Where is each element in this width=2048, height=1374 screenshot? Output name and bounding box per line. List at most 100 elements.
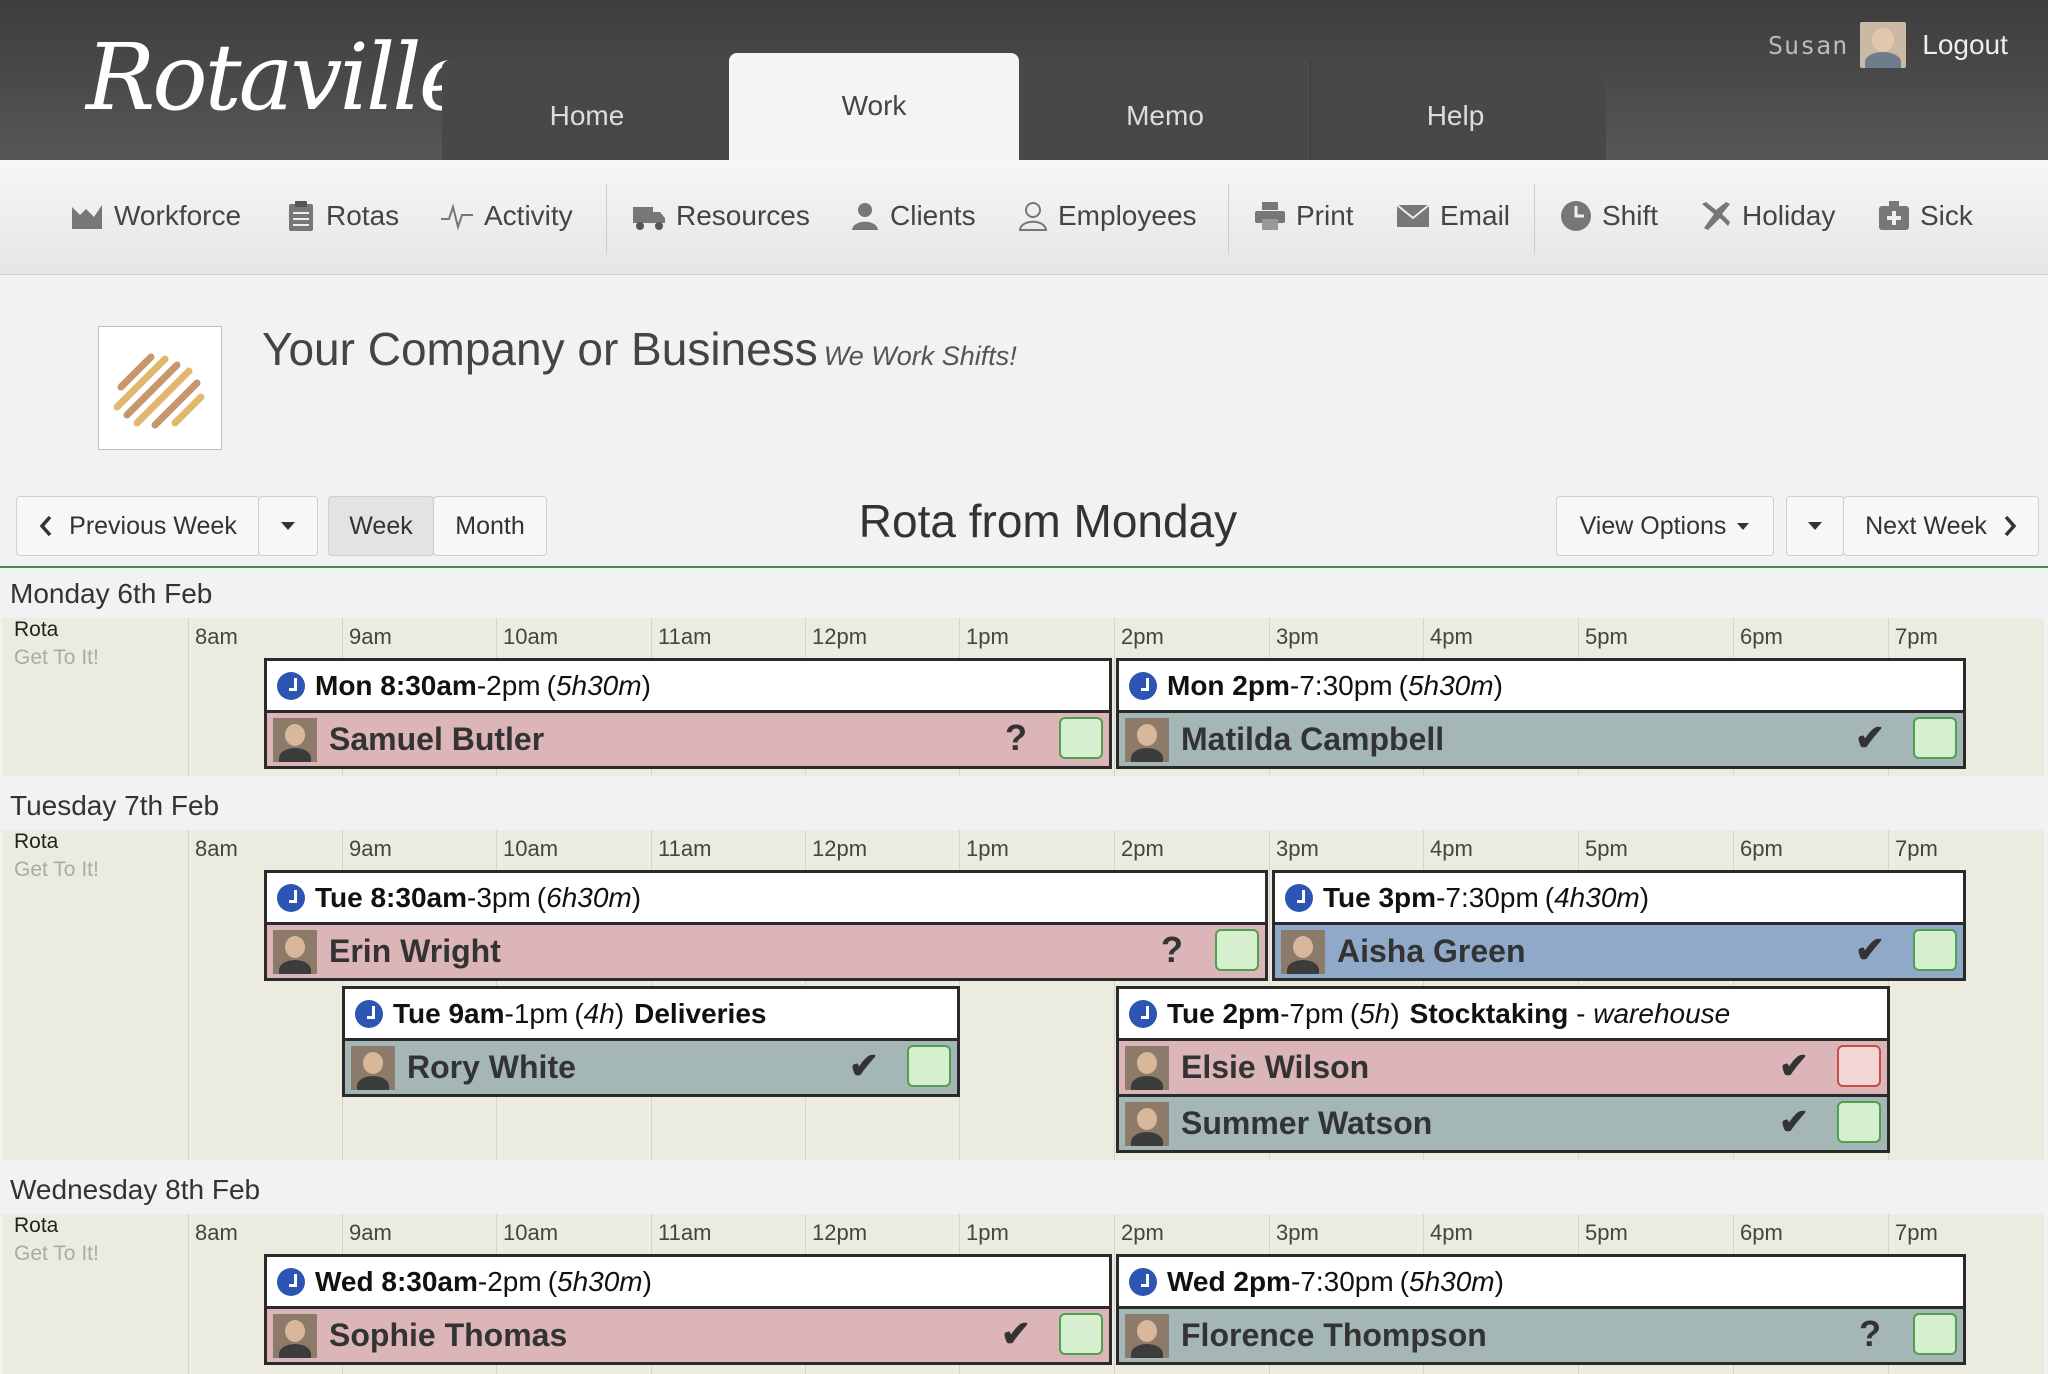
app-logo[interactable]: Rotaville: [86, 24, 473, 131]
sick-button[interactable]: Sick: [1878, 200, 1973, 232]
employee-name[interactable]: Samuel Butler: [329, 721, 544, 758]
resources-button[interactable]: Resources: [632, 200, 810, 232]
assigned-employee-row[interactable]: Matilda Campbell ✔: [1119, 713, 1963, 766]
user-avatar[interactable]: [1860, 22, 1907, 68]
logout-link[interactable]: Logout: [1922, 29, 2008, 61]
holiday-button[interactable]: Holiday: [1700, 200, 1835, 232]
workforce-button[interactable]: Workforce: [70, 200, 241, 232]
employee-name[interactable]: Rory White: [407, 1049, 576, 1086]
caret-down-icon: [281, 522, 295, 530]
assigned-employee-row[interactable]: Samuel Butler?: [267, 713, 1109, 766]
client-icon: [852, 203, 878, 230]
shift-button[interactable]: Shift: [1560, 200, 1658, 232]
view-options-button[interactable]: View Options: [1556, 496, 1774, 556]
row-title: Rota: [14, 618, 59, 641]
hour-label: 12pm: [812, 836, 868, 861]
assigned-employee-row[interactable]: Erin Wright?: [267, 925, 1265, 978]
shift-header[interactable]: Tue 8:30am -3pm (6h30m): [267, 873, 1265, 922]
previous-week-button[interactable]: Previous Week: [16, 496, 260, 556]
email-button[interactable]: Email: [1396, 200, 1510, 232]
confirm-checkbox[interactable]: [1215, 929, 1259, 971]
employee-name[interactable]: Matilda Campbell: [1181, 721, 1444, 758]
hour-label: 5pm: [1585, 836, 1628, 861]
confirm-checkbox[interactable]: [1913, 717, 1957, 759]
shift-task: Stocktaking: [1409, 997, 1569, 1029]
row-title: Rota: [14, 1214, 59, 1237]
next-week-dropdown[interactable]: [1786, 496, 1844, 556]
confirm-checkbox[interactable]: [907, 1045, 951, 1087]
employee-name[interactable]: Summer Watson: [1181, 1105, 1432, 1142]
shift-card[interactable]: Tue 8:30am -3pm (6h30m) Erin Wright?: [264, 870, 1268, 981]
duration-value: 6h30m: [546, 881, 632, 913]
shift-duration: (4h30m): [1544, 881, 1650, 913]
previous-week-dropdown[interactable]: [258, 496, 318, 556]
shift-card[interactable]: Wed 8:30am -2pm (5h30m) Sophie Thomas ✔: [264, 1254, 1112, 1365]
activity-button[interactable]: Activity: [440, 200, 573, 232]
duration-value: 5h30m: [555, 669, 642, 701]
hour-label: 11am: [658, 1220, 712, 1245]
confirm-checkbox[interactable]: [1059, 1313, 1103, 1355]
assigned-employee-row[interactable]: Rory White ✔: [345, 1041, 957, 1094]
shift-card[interactable]: Mon 8:30am -2pm (5h30m) Samuel Butler?: [264, 658, 1112, 769]
tab-home[interactable]: Home: [442, 60, 732, 160]
week-view-button[interactable]: Week: [328, 496, 434, 556]
clock-icon: [1129, 671, 1157, 700]
day-heading: Monday 6th Feb: [10, 578, 213, 609]
shift-header[interactable]: Tue 9am -1pm (4h) Deliveries: [345, 989, 957, 1038]
tab-memo[interactable]: Memo: [1020, 60, 1310, 160]
shift-card[interactable]: Mon 2pm -7:30pm (5h30m) Matilda Campbell ✔: [1116, 658, 1966, 769]
month-view-button[interactable]: Month: [433, 496, 547, 556]
confirm-checkbox[interactable]: [1913, 1313, 1957, 1355]
confirm-checkbox[interactable]: [1913, 929, 1957, 971]
tab-work[interactable]: Work: [729, 53, 1019, 160]
assigned-employee-row[interactable]: Elsie Wilson ✔: [1119, 1041, 1887, 1094]
tab-help[interactable]: Help: [1310, 60, 1600, 160]
hour-label: 4pm: [1430, 624, 1473, 649]
employee-name[interactable]: Erin Wright: [329, 933, 501, 970]
hour-label: 3pm: [1276, 624, 1319, 649]
shift-header[interactable]: Wed 2pm -7:30pm (5h30m): [1119, 1257, 1963, 1306]
shift-header[interactable]: Mon 2pm -7:30pm (5h30m): [1119, 661, 1963, 710]
row-label: Rota Get To It!: [14, 1214, 99, 1266]
hour-label: 10am: [503, 1220, 559, 1245]
shift-header[interactable]: Tue 2pm -7pm (5h) Stocktaking - warehouse: [1119, 989, 1887, 1038]
shift-card[interactable]: Tue 9am -1pm (4h) Deliveries Rory White ✔: [342, 986, 960, 1097]
hour-label: 8am: [195, 624, 238, 649]
shift-card[interactable]: Tue 2pm -7pm (5h) Stocktaking - warehouse El…: [1116, 986, 1890, 1153]
plane-icon: [1702, 202, 1730, 230]
employees-button[interactable]: Employees: [1018, 200, 1197, 232]
clients-button[interactable]: Clients: [850, 200, 976, 232]
truck-icon: [633, 207, 665, 230]
next-week-button[interactable]: Next Week: [1843, 496, 2039, 556]
assigned-employee-row[interactable]: Florence Thompson?: [1119, 1309, 1963, 1362]
shift-header[interactable]: Wed 8:30am -2pm (5h30m): [267, 1257, 1109, 1306]
clock-icon: [277, 671, 305, 700]
shift-header[interactable]: Tue 3pm -7:30pm (4h30m): [1275, 873, 1963, 922]
shift-header[interactable]: Mon 8:30am -2pm (5h30m): [267, 661, 1109, 710]
check-icon: ✔: [1854, 929, 1885, 970]
shift-start: Mon 2pm: [1167, 669, 1290, 701]
confirm-checkbox[interactable]: [1837, 1045, 1881, 1087]
shift-card[interactable]: Tue 3pm -7:30pm (4h30m) Aisha Green ✔: [1272, 870, 1966, 981]
shift-task: Deliveries: [634, 997, 767, 1029]
employee-name[interactable]: Sophie Thomas: [329, 1317, 567, 1354]
employee-avatar: [1125, 717, 1169, 762]
assigned-employee-row[interactable]: Sophie Thomas ✔: [267, 1309, 1109, 1362]
assigned-employee-row[interactable]: Aisha Green ✔: [1275, 925, 1963, 978]
hour-label: 6pm: [1740, 624, 1783, 649]
shift-card[interactable]: Wed 2pm -7:30pm (5h30m) Florence Thompson?: [1116, 1254, 1966, 1365]
confirm-checkbox[interactable]: [1059, 717, 1103, 759]
user-name[interactable]: Susan: [1768, 31, 1848, 60]
hour-label: 11am: [658, 836, 712, 861]
confirm-checkbox[interactable]: [1837, 1101, 1881, 1143]
rotas-button[interactable]: Rotas: [286, 200, 399, 232]
hour-label: 1pm: [966, 1220, 1009, 1245]
employee-name[interactable]: Florence Thompson: [1181, 1317, 1487, 1354]
hour-label: 7pm: [1895, 836, 1938, 861]
print-button[interactable]: Print: [1254, 200, 1354, 232]
employee-name[interactable]: Aisha Green: [1337, 933, 1526, 970]
shift-start: Wed 8:30am: [315, 1265, 478, 1297]
employee-name[interactable]: Elsie Wilson: [1181, 1049, 1369, 1086]
workforce-label: Workforce: [114, 200, 242, 231]
assigned-employee-row[interactable]: Summer Watson ✔: [1119, 1097, 1887, 1150]
